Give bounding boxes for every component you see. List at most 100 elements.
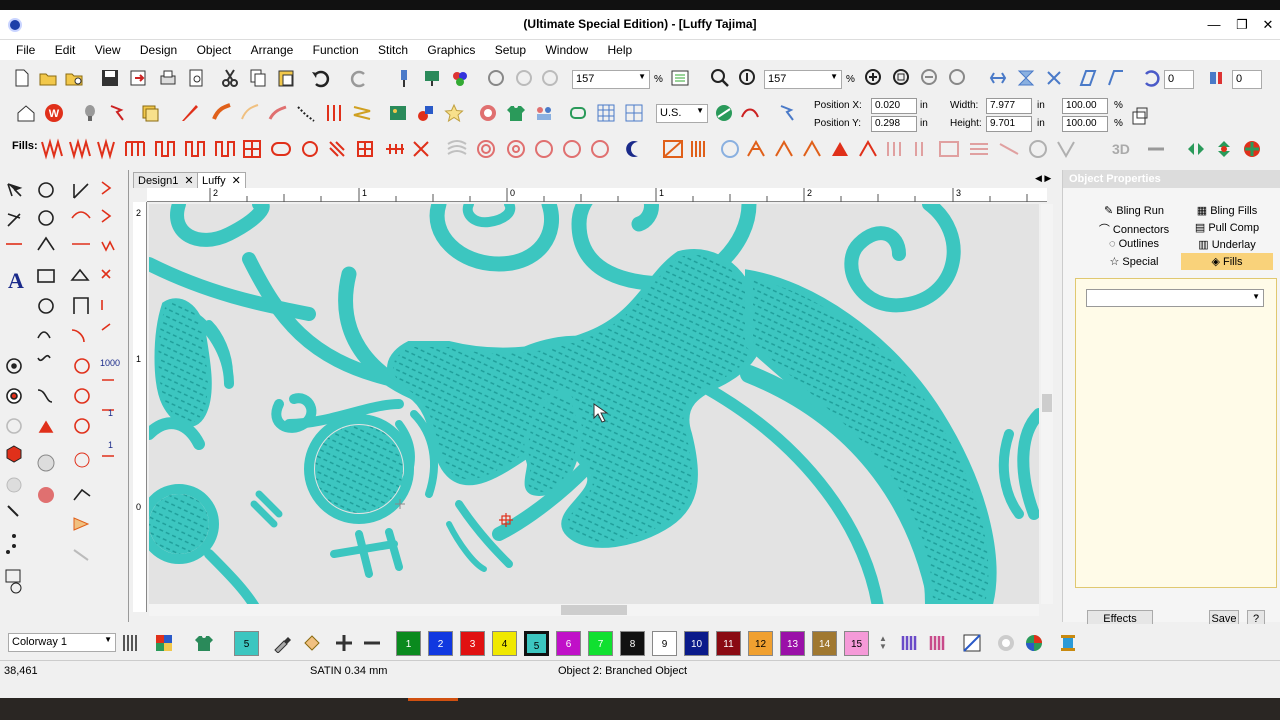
arrows-all-icon[interactable] [1242,139,1262,159]
print-preview-icon[interactable] [186,68,206,88]
position-x-field[interactable]: 0.020 [871,98,917,114]
tab-outlines[interactable]: ◌ Outlines [1089,236,1179,253]
satin-fill-icon[interactable] [180,103,200,123]
fill-separator-icon[interactable] [1146,139,1166,159]
menu-setup[interactable]: Setup [487,40,534,57]
hoop-3-icon[interactable] [540,68,560,88]
no-color-icon[interactable] [962,633,982,653]
menu-edit[interactable]: Edit [47,40,84,57]
horizontal-scrollbar[interactable] [149,604,1039,616]
color-swatch-14[interactable]: 14 [812,631,837,656]
zoom-combo-2[interactable]: 157 ▼ [764,70,842,89]
lock-proportion-icon[interactable] [1130,106,1150,126]
current-color-swatch[interactable]: 5 [234,631,259,656]
color-swatch-3[interactable]: 3 [460,631,485,656]
hoop-2-icon[interactable] [514,68,534,88]
tab-fills[interactable]: ◈ Fills [1181,253,1273,270]
tab-luffy[interactable]: Luffy ✕ [197,172,246,188]
thread-list-2-icon[interactable] [928,633,948,653]
maximize-button[interactable]: ❐ [1230,14,1254,36]
star-icon[interactable] [444,103,464,123]
paste-icon[interactable] [276,68,296,88]
vertical-scrollbar[interactable] [1041,204,1053,604]
color-swatch-1[interactable]: 1 [396,631,421,656]
menu-file[interactable]: File [0,40,43,57]
needle-icon[interactable] [394,68,414,88]
print-icon[interactable] [158,68,178,88]
applique-icon[interactable] [478,103,498,123]
zoom-fit-icon[interactable] [892,68,912,88]
menu-stitch[interactable]: Stitch [370,40,416,57]
menu-graphics[interactable]: Graphics [419,40,483,57]
position-y-field[interactable]: 0.298 [871,116,917,132]
swatch-scroll-arrows[interactable]: ▲ ▼ [879,635,887,651]
thread-chart-icon[interactable] [120,633,140,653]
color-swatch-8[interactable]: 8 [620,631,645,656]
horizontal-scroll-thumb[interactable] [561,605,627,615]
drawing-tools-grid[interactable]: A 1000 1 1 [2,170,126,620]
zoom-one-icon[interactable] [738,68,758,88]
reshape-icon[interactable] [778,103,798,123]
color-swatch-13[interactable]: 13 [780,631,805,656]
home-icon[interactable] [16,103,36,123]
color-cube-icon[interactable] [1024,633,1044,653]
menu-arrange[interactable]: Arrange [243,40,302,57]
thread-list-icon[interactable] [900,633,920,653]
minimize-button[interactable]: — [1202,14,1226,36]
color-swatch-7[interactable]: 7 [588,631,613,656]
scale-height-field[interactable]: 100.00 [1062,116,1108,132]
color-sequence-icon[interactable] [450,68,470,88]
close-button[interactable]: ✕ [1256,14,1280,36]
shapes-icon[interactable] [416,103,436,123]
cut-icon[interactable] [220,68,240,88]
color-swatch-15[interactable]: 15 [844,631,869,656]
zoom-in-icon[interactable] [864,68,884,88]
color-swatch-2[interactable]: 2 [428,631,453,656]
tab-connectors[interactable]: ⌒ Connectors [1089,219,1179,236]
new-file-icon[interactable] [12,68,32,88]
flip-icon[interactable] [1016,68,1036,88]
color-swatch-11[interactable]: 11 [716,631,741,656]
embroidery-canvas[interactable] [149,204,1039,604]
close-icon[interactable]: ✕ [232,175,241,187]
export-icon[interactable] [128,68,148,88]
vertical-scroll-thumb[interactable] [1042,394,1052,412]
run-stitch-icon[interactable] [296,103,316,123]
layers-icon[interactable] [140,103,160,123]
close-icon[interactable]: ✕ [184,175,193,187]
skew-icon[interactable] [1078,68,1098,88]
menu-window[interactable]: Window [537,40,596,57]
rotate-left-icon[interactable] [1140,68,1160,88]
scale-width-field[interactable]: 100.00 [1062,98,1108,114]
redo-icon[interactable] [350,68,370,88]
palette-icon[interactable] [154,633,174,653]
machine-icon[interactable] [422,68,442,88]
tab-special[interactable]: ☆ Special [1089,253,1179,270]
color-swatch-5[interactable]: 5 [524,631,549,656]
menu-view[interactable]: View [87,40,129,57]
rotate-icon[interactable] [1044,68,1064,88]
eyedropper-icon[interactable] [272,633,292,653]
fill-patterns-strip[interactable] [40,138,1120,160]
colorway-select[interactable]: Colorway 1 ▼ [8,633,116,652]
tatami-fill-icon[interactable] [212,103,232,123]
3d-fill-button[interactable]: 3D [1112,141,1130,157]
outline-shape-icon[interactable] [240,103,260,123]
mirror-icon[interactable] [1206,68,1226,88]
color-swatch-4[interactable]: 4 [492,631,517,656]
units-select[interactable]: U.S. ▼ [656,104,708,123]
add-color-icon[interactable] [334,633,354,653]
zoom-out-icon[interactable] [920,68,940,88]
menu-object[interactable]: Object [189,40,240,57]
align-icon[interactable] [988,68,1008,88]
thread-spool-icon[interactable] [1058,633,1078,653]
color-swatch-12[interactable]: 12 [748,631,773,656]
height-field[interactable]: 9.701 [986,116,1032,132]
tab-pull-comp[interactable]: ▤ Pull Comp [1181,219,1273,236]
picture-icon[interactable] [388,103,408,123]
rotate-count-field[interactable]: 0 [1164,70,1194,89]
copy-icon[interactable] [248,68,268,88]
zoom-all-icon[interactable] [948,68,968,88]
grid-icon[interactable] [596,103,616,123]
tab-bling-fills[interactable]: ▦ Bling Fills [1181,202,1273,219]
